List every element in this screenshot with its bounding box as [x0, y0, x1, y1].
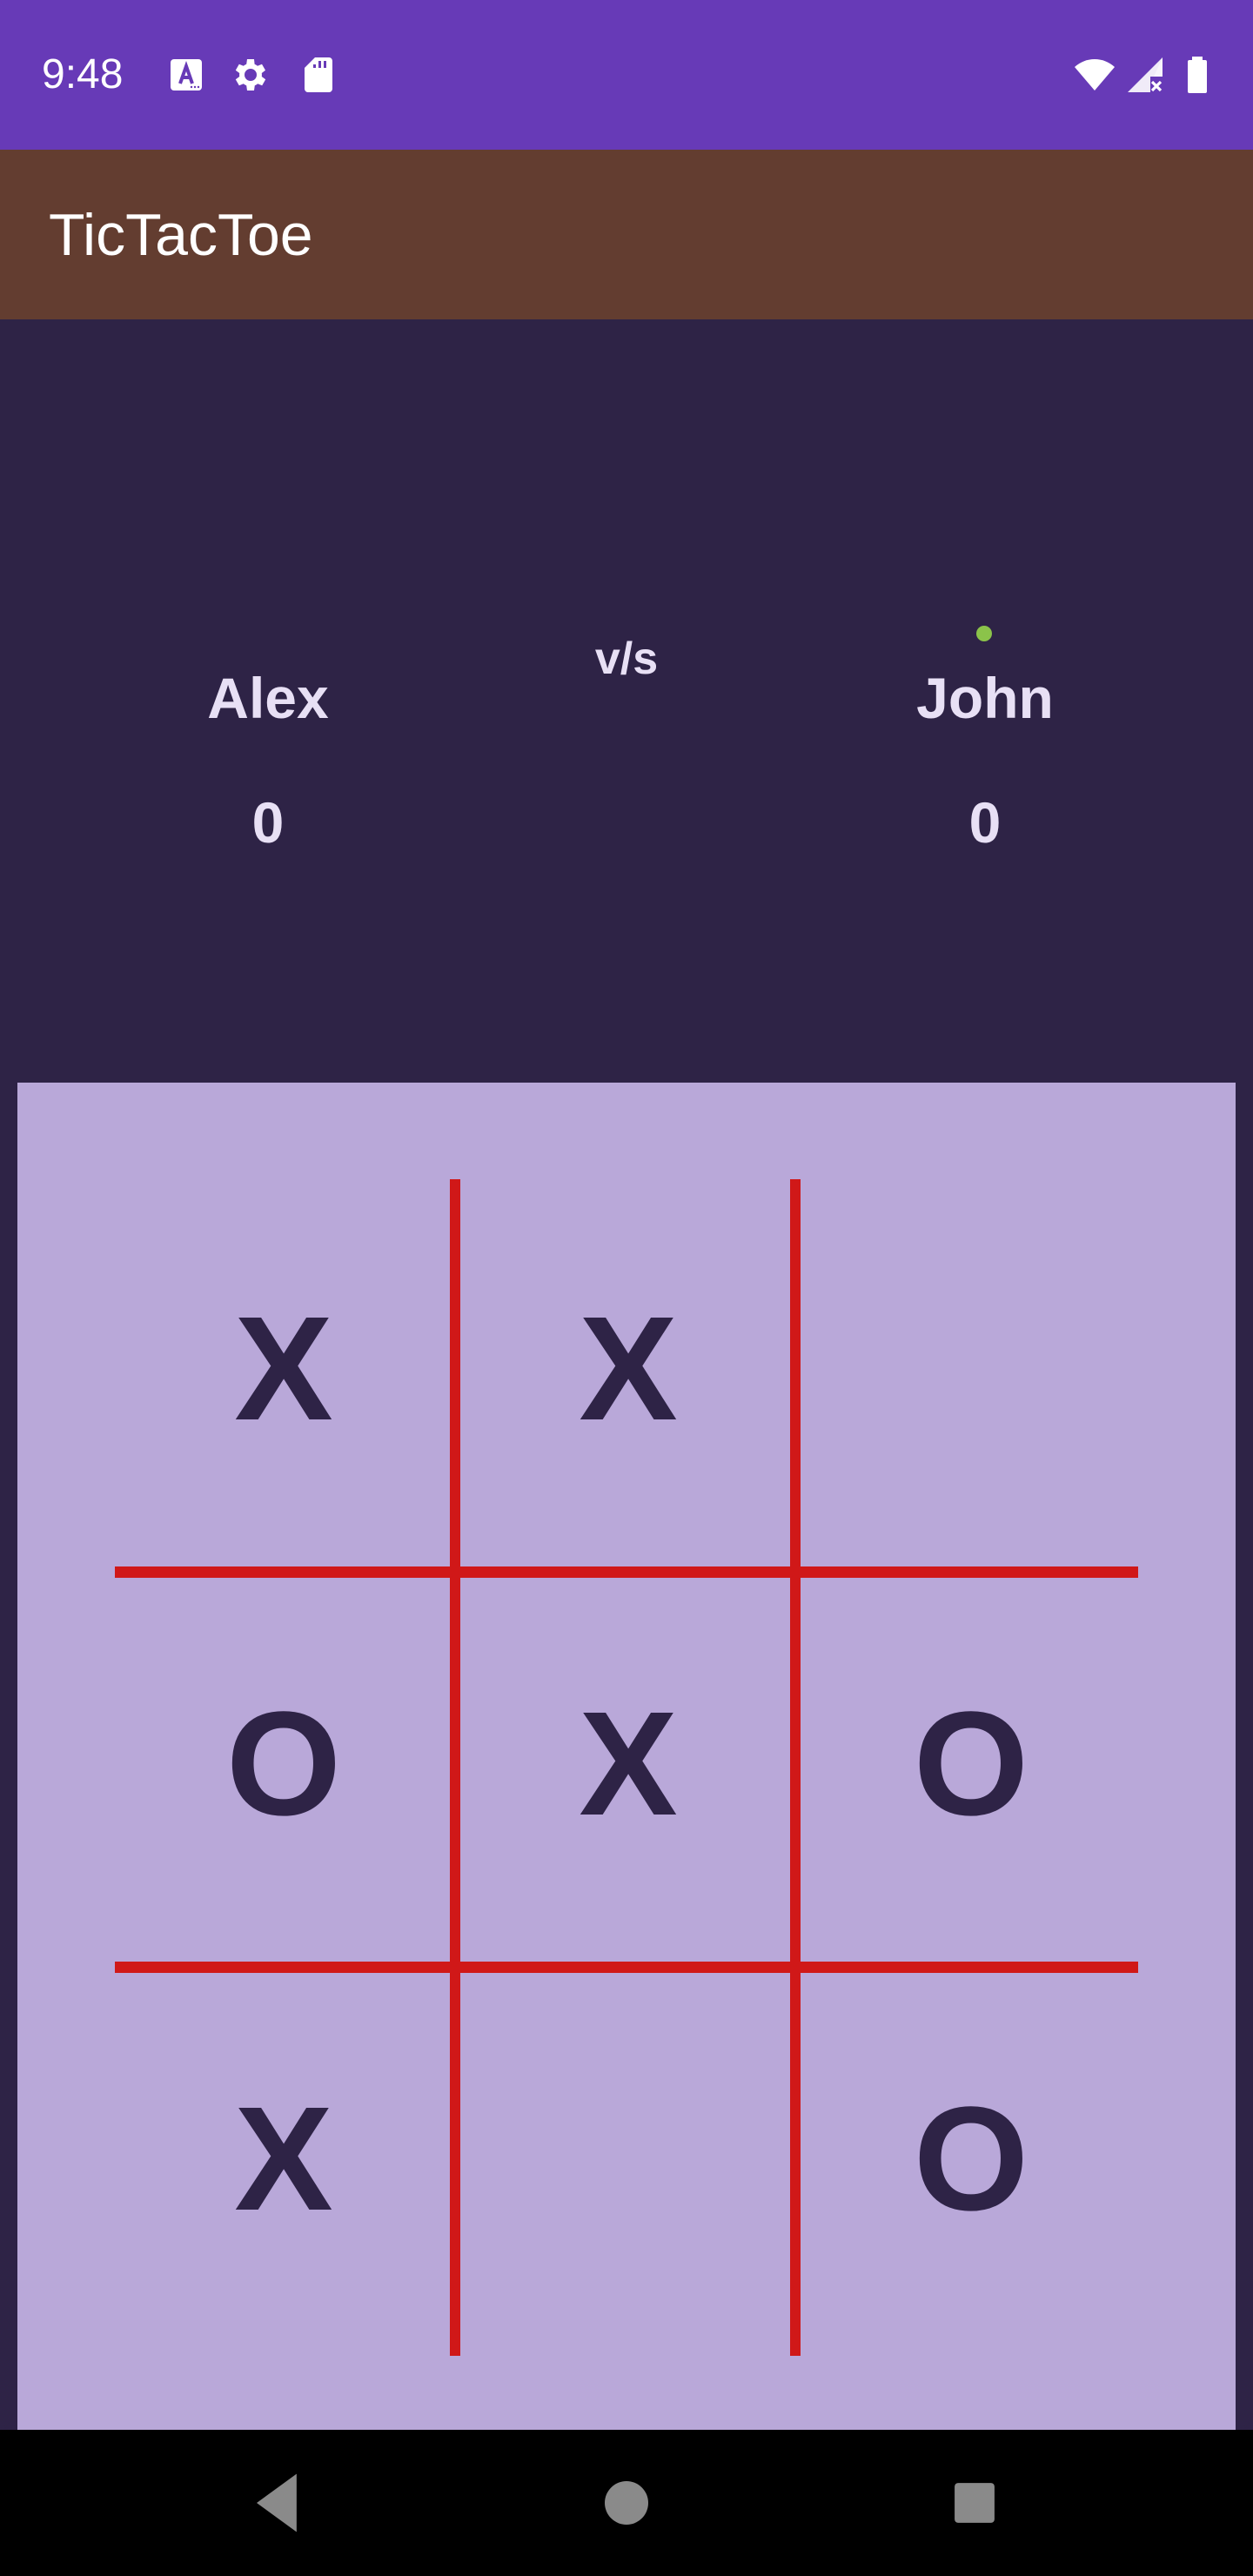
back-icon[interactable]: [235, 2459, 322, 2546]
player-right-score: 0: [968, 790, 1002, 855]
board-cell-8[interactable]: [458, 1962, 799, 2357]
player-right-name: John: [916, 666, 1054, 730]
board-cell-4[interactable]: O: [113, 1566, 454, 1962]
game-board: X X O X O X O: [17, 1083, 1236, 2430]
versus-label: v/s: [594, 634, 659, 684]
board-cell-7[interactable]: X: [113, 1962, 454, 2357]
font-download-icon: [165, 54, 207, 96]
board-cell-9[interactable]: O: [801, 1962, 1142, 2357]
board-cell-1[interactable]: X: [113, 1171, 454, 1566]
player-left-score: 0: [251, 790, 285, 855]
app-title: TicTacToe: [49, 202, 313, 268]
app-bar: TicTacToe: [0, 150, 1253, 319]
home-icon[interactable]: [583, 2459, 670, 2546]
sd-card-icon: [298, 54, 339, 96]
settings-gear-icon: [230, 54, 271, 96]
battery-icon: [1176, 54, 1218, 96]
status-bar: 9:48: [0, 0, 1253, 150]
wifi-icon: [1069, 54, 1121, 96]
player-left-name: Alex: [207, 666, 329, 730]
status-time: 9:48: [42, 51, 124, 97]
board-cell-3[interactable]: [801, 1171, 1142, 1566]
board-cell-2[interactable]: X: [458, 1171, 799, 1566]
board-cell-5[interactable]: X: [458, 1566, 799, 1962]
cell-signal-off-icon: [1124, 54, 1166, 96]
score-area: Alex 0 v/s John 0: [0, 319, 1253, 1083]
navigation-bar: [0, 2430, 1253, 2576]
board-cell-6[interactable]: O: [801, 1566, 1142, 1962]
active-turn-indicator: [976, 626, 992, 641]
recents-icon[interactable]: [931, 2459, 1018, 2546]
